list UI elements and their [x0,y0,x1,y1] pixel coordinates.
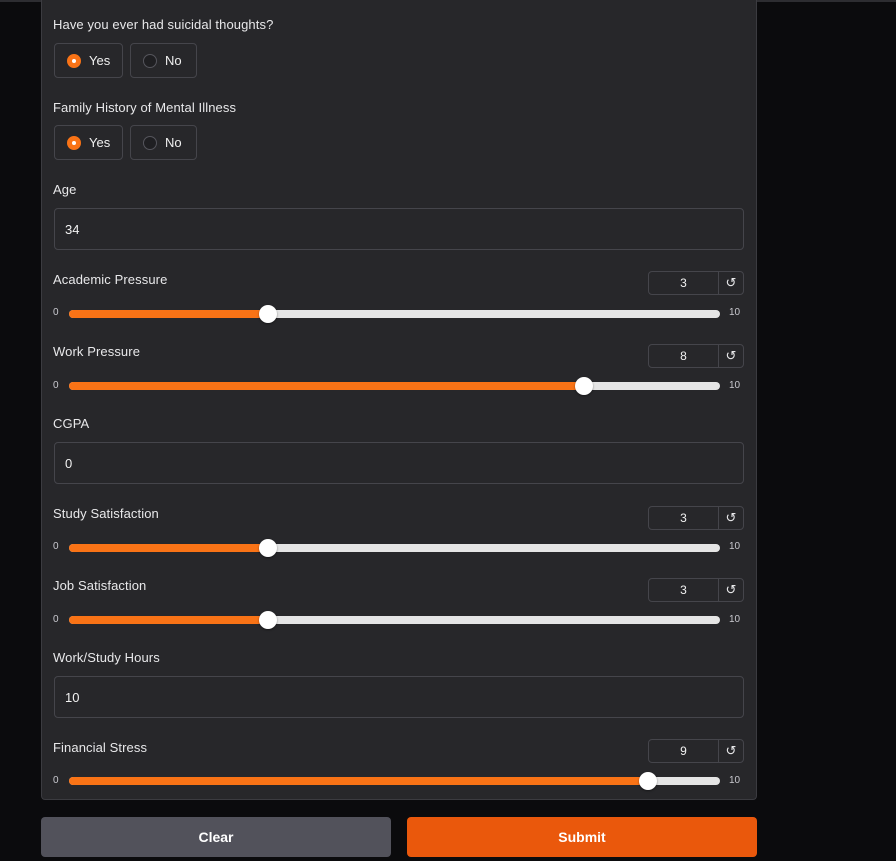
work-pressure-value[interactable]: 8 [649,345,719,367]
financial-stress-label: Financial Stress [53,740,148,755]
reset-icon[interactable]: ↺ [719,740,743,762]
radio-label: No [165,135,182,150]
age-input[interactable] [54,208,744,250]
slider-fill [69,616,268,624]
slider-max-label: 10 [729,541,741,552]
job-satisfaction-slider[interactable] [69,611,720,629]
work-pressure-label: Work Pressure [53,344,141,359]
slider-max-label: 10 [729,380,741,391]
family-history-label: Family History of Mental Illness [53,100,237,115]
slider-fill [69,777,648,785]
reset-icon[interactable]: ↺ [719,579,743,601]
suicidal-thoughts-label: Have you ever had suicidal thoughts? [53,17,274,32]
radio-checked-icon [67,53,81,68]
slider-min-label: 0 [53,380,59,391]
slider-min-label: 0 [53,614,59,625]
work-study-hours-label: Work/Study Hours [53,650,160,665]
slider-thumb[interactable] [259,611,277,629]
slider-fill [69,310,268,318]
radio-unchecked-icon [143,53,157,68]
work-pressure-slider[interactable] [69,377,720,395]
work-study-hours-input[interactable] [54,676,744,718]
cgpa-input[interactable] [54,442,744,484]
academic-pressure-label: Academic Pressure [53,272,168,287]
slider-thumb[interactable] [259,539,277,557]
academic-pressure-value[interactable]: 3 [649,272,719,294]
slider-min-label: 0 [53,541,59,552]
study-satisfaction-slider[interactable] [69,539,720,557]
slider-max-label: 10 [729,775,741,786]
clear-button[interactable]: Clear [41,817,391,857]
job-satisfaction-value[interactable]: 3 [649,579,719,601]
job-satisfaction-label: Job Satisfaction [53,578,147,593]
cgpa-label: CGPA [53,416,90,431]
slider-max-label: 10 [729,307,741,318]
slider-fill [69,544,268,552]
financial-stress-number[interactable]: 9 ↺ [648,739,744,763]
submit-button[interactable]: Submit [407,817,757,857]
slider-thumb[interactable] [575,377,593,395]
academic-pressure-slider[interactable] [69,305,720,323]
radio-unchecked-icon [143,135,157,150]
study-satisfaction-label: Study Satisfaction [53,506,159,521]
radio-label: No [165,53,182,68]
academic-pressure-number[interactable]: 3 ↺ [648,271,744,295]
slider-thumb[interactable] [639,772,657,790]
reset-icon[interactable]: ↺ [719,507,743,529]
radio-label: Yes [89,135,111,150]
slider-min-label: 0 [53,307,59,318]
job-satisfaction-number[interactable]: 3 ↺ [648,578,744,602]
family-history-no-option[interactable]: No [130,125,197,160]
age-label: Age [53,182,77,197]
radio-checked-icon [67,135,81,150]
slider-fill [69,382,584,390]
financial-stress-value[interactable]: 9 [649,740,719,762]
financial-stress-slider[interactable] [69,772,720,790]
suicidal-no-option[interactable]: No [130,43,197,78]
reset-icon[interactable]: ↺ [719,272,743,294]
study-satisfaction-value[interactable]: 3 [649,507,719,529]
suicidal-yes-option[interactable]: Yes [54,43,123,78]
study-satisfaction-number[interactable]: 3 ↺ [648,506,744,530]
slider-max-label: 10 [729,614,741,625]
family-history-yes-option[interactable]: Yes [54,125,123,160]
slider-thumb[interactable] [259,305,277,323]
work-pressure-number[interactable]: 8 ↺ [648,344,744,368]
reset-icon[interactable]: ↺ [719,345,743,367]
radio-label: Yes [89,53,111,68]
slider-min-label: 0 [53,775,59,786]
